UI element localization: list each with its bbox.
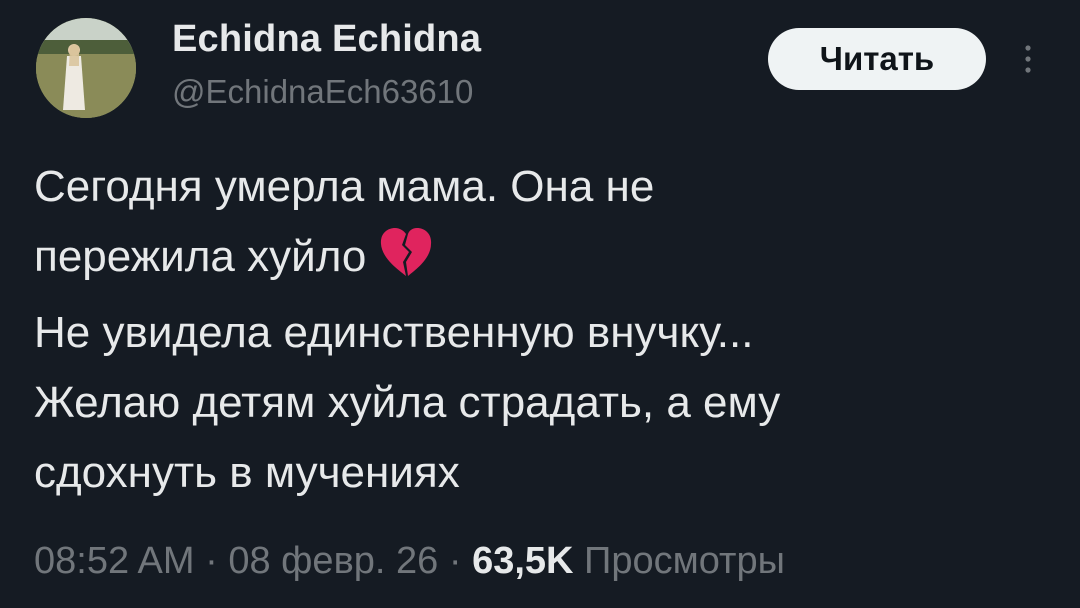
tweet-text-line: сдохнуть в мучениях xyxy=(34,448,460,497)
more-button[interactable] xyxy=(1018,42,1038,78)
tweet-text-line-content: пережила хуйло xyxy=(34,232,367,281)
tweet-date[interactable]: 08 февр. 26 xyxy=(228,540,438,582)
meta-separator: · xyxy=(205,540,218,582)
more-vertical-icon xyxy=(1025,45,1031,73)
follow-button[interactable]: Читать xyxy=(768,28,986,90)
author-display-name[interactable]: Echidna Echidna xyxy=(172,16,481,62)
views-label[interactable]: Просмотры xyxy=(584,540,785,582)
tweet-text-line: Сегодня умерла мама. Она не xyxy=(34,162,655,211)
tweet-time[interactable]: 08:52 AM xyxy=(34,540,195,582)
profile-photo-icon xyxy=(36,18,136,118)
tweet-meta: 08:52 AM · 08 февр. 26 · 63,5K Просмотры xyxy=(34,538,785,584)
tweet-text-line: пережила хуйло xyxy=(34,222,1054,298)
tweet-card: Echidna Echidna @EchidnaEch63610 Читать … xyxy=(0,0,1080,608)
tweet-text: Сегодня умерла мама. Она не пережила хуй… xyxy=(34,152,1054,508)
tweet-text-line: Не увидела единственную внучку... xyxy=(34,308,754,357)
meta-separator: · xyxy=(448,540,462,582)
avatar[interactable] xyxy=(36,18,136,118)
author-handle[interactable]: @EchidnaEch63610 xyxy=(172,72,473,112)
tweet-text-line: Желаю детям хуйла страдать, а ему xyxy=(34,378,781,427)
broken-heart-icon xyxy=(378,227,434,298)
views-count[interactable]: 63,5K xyxy=(472,540,573,582)
